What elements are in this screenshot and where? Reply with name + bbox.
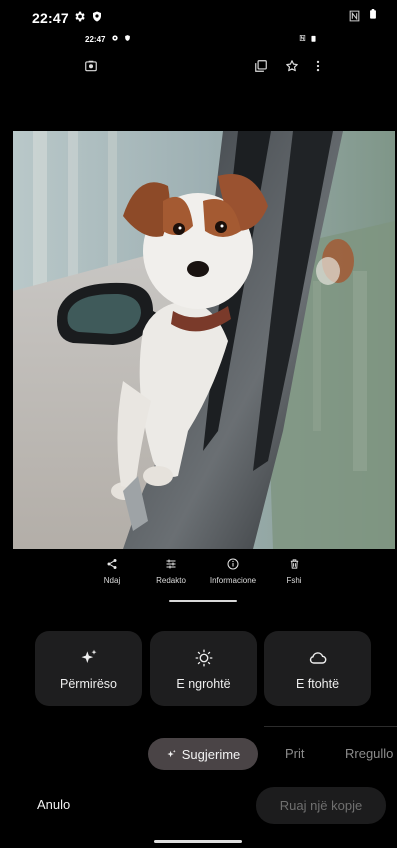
sun-icon	[194, 647, 214, 669]
screenshot-icon[interactable]	[80, 55, 102, 77]
home-indicator[interactable]	[154, 840, 242, 843]
top-toolbar	[0, 55, 397, 81]
save-copy-button[interactable]: Ruaj një kopje	[256, 787, 386, 824]
gallery-icon[interactable]	[250, 55, 272, 77]
embedded-nfc-icon	[299, 34, 306, 44]
active-action-indicator	[169, 600, 237, 602]
edit-label: Redakto	[156, 576, 186, 585]
embedded-battery-icon	[311, 35, 316, 42]
nfc-icon	[348, 9, 361, 26]
delete-label: Fshi	[286, 576, 302, 585]
tab-suggestions-label: Sugjerime	[181, 746, 241, 762]
warm-card[interactable]: E ngrohtë	[150, 631, 257, 706]
sliders-icon	[165, 556, 177, 572]
tab-adjust[interactable]: Rregullo	[345, 746, 393, 761]
photo-preview	[13, 131, 395, 549]
status-time: 22:47	[32, 10, 69, 26]
sparkle-small-icon	[166, 749, 177, 760]
more-icon[interactable]	[307, 55, 329, 77]
embedded-status-time: 22:47	[85, 35, 106, 44]
photo-editor-screen: 22:47 22:47 Ndaj Redakto Informacione Fs…	[0, 0, 397, 848]
info-label: Informacione	[209, 576, 257, 585]
share-label: Ndaj	[103, 576, 121, 585]
cloud-icon	[308, 647, 328, 669]
enhance-label: Përmirëso	[60, 676, 117, 691]
info-button[interactable]: Informacione	[203, 556, 263, 585]
tab-crop[interactable]: Prit	[285, 746, 305, 761]
warm-label: E ngrohtë	[176, 676, 231, 691]
info-icon	[227, 556, 239, 572]
action-bar: Ndaj Redakto Informacione Fshi	[0, 556, 397, 596]
cool-card[interactable]: E ftohtë	[264, 631, 371, 706]
settings-gear-icon	[73, 10, 86, 26]
star-icon[interactable]	[281, 55, 303, 77]
cancel-button[interactable]: Anulo	[37, 797, 70, 812]
edit-button[interactable]: Redakto	[153, 556, 189, 585]
trash-icon	[289, 556, 300, 572]
delete-button[interactable]: Fshi	[284, 556, 304, 585]
share-button[interactable]: Ndaj	[101, 556, 123, 585]
sparkle-icon	[79, 647, 99, 669]
cool-label: E ftohtë	[295, 676, 340, 691]
tab-suggestions[interactable]: Sugjerime	[148, 738, 258, 770]
embedded-status-bar: 22:47	[0, 34, 397, 46]
status-bar: 22:47	[0, 0, 397, 30]
enhance-card[interactable]: Përmirëso	[35, 631, 142, 706]
battery-icon	[370, 9, 376, 19]
embedded-gear-icon	[111, 34, 119, 44]
editor-tabs: Sugjerime Prit Rregullo	[0, 738, 397, 770]
embedded-shield-icon	[124, 34, 131, 44]
share-icon	[106, 556, 118, 572]
divider	[264, 726, 397, 727]
shield-icon	[91, 10, 103, 26]
